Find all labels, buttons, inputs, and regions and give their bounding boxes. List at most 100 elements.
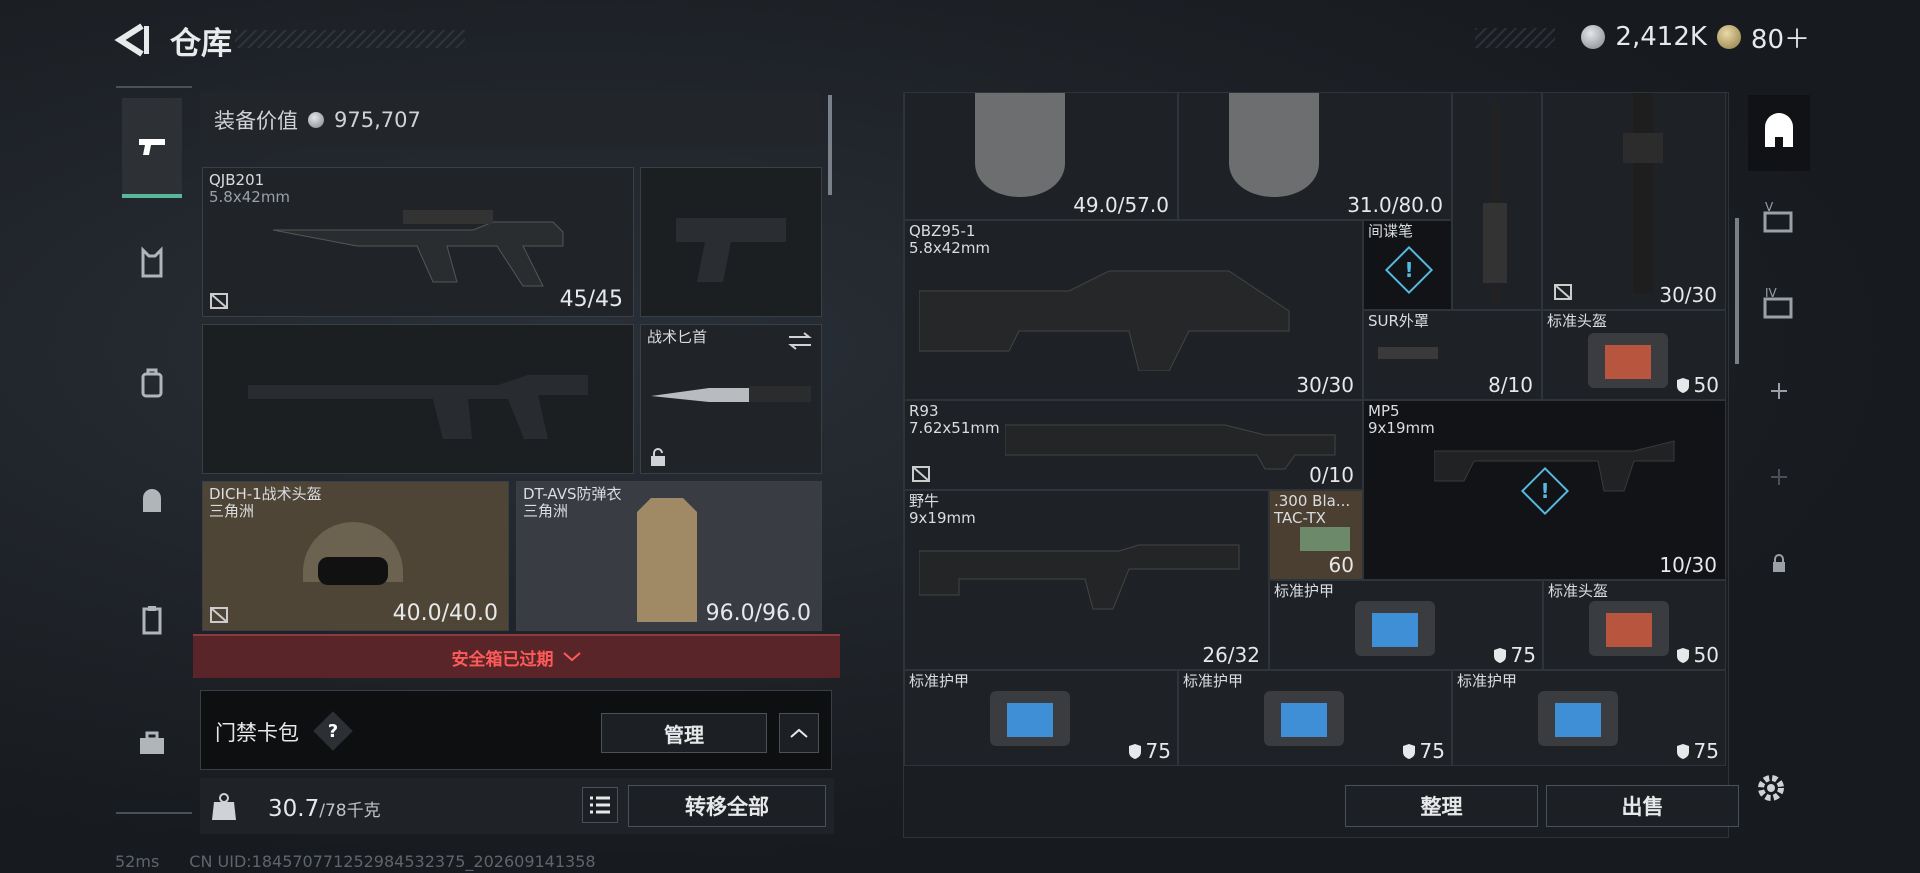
backpack-image (975, 93, 1065, 197)
helmet-durability: 40.0/40.0 (392, 601, 498, 626)
armor-value: 50 (1676, 373, 1719, 397)
armor-box-image (1538, 691, 1618, 746)
silver-amount: 2,412K (1615, 22, 1707, 52)
transfer-all-button[interactable]: 转移全部 (628, 785, 826, 827)
stash-item[interactable]: R93 7.62x51mm 0/10 (904, 400, 1363, 490)
stash-tabs: V IV (1748, 95, 1810, 675)
item-count: 30/30 (1296, 373, 1354, 397)
stash-item[interactable]: MP5 9x19mm ! 10/30 (1363, 400, 1726, 580)
attachment-image (1378, 347, 1438, 359)
no-insurance-icon (210, 607, 228, 623)
help-icon[interactable]: ? (313, 711, 353, 751)
pistol-slot[interactable] (640, 167, 822, 317)
loadout-scrollbar[interactable] (828, 95, 832, 195)
stash-item[interactable]: 野牛 9x19mm 26/32 (904, 490, 1269, 670)
loadout-nav (116, 86, 192, 814)
alert-icon: ! (1384, 245, 1434, 295)
nav-backpack[interactable] (122, 353, 182, 413)
item-name: R93 (909, 402, 939, 420)
sell-button[interactable]: 出售 (1546, 785, 1739, 827)
equipment-value-row: 装备价值 975,707 (200, 92, 820, 148)
plus-icon (1771, 383, 1787, 399)
stash-scrollbar[interactable] (1735, 218, 1739, 364)
stash-item[interactable]: 标准护甲 75 (1178, 670, 1452, 766)
stash-item[interactable]: 间谍笔 ! (1363, 220, 1452, 310)
weight-current: 30.7 (268, 796, 320, 822)
smg-image (919, 544, 1240, 610)
stash-item[interactable]: 标准护甲 75 (1452, 670, 1726, 766)
rifle-vertical-image (1623, 93, 1663, 293)
item-caliber: 9x19mm (909, 509, 976, 527)
nav-weapons[interactable] (122, 98, 182, 198)
stash-item[interactable] (1452, 92, 1542, 310)
item-name: 标准护甲 (1183, 672, 1244, 690)
network-ping: 52ms (115, 852, 160, 871)
armor-image (637, 498, 697, 622)
shield-icon (1402, 743, 1415, 759)
secondary-weapon-slot[interactable] (202, 324, 634, 474)
lock-icon (651, 448, 665, 466)
stash-item[interactable]: 标准头盔 50 (1543, 580, 1726, 670)
nav-pouch[interactable] (122, 471, 182, 531)
primary-weapon-slot[interactable]: QJB201 5.8x42mm 45/45 (202, 167, 634, 317)
swap-icon[interactable] (787, 331, 813, 351)
stash-grid: 49.0/57.0 31.0/80.0 30/30 QBZ95-1 5.8x42m… (904, 92, 1728, 766)
item-count: 60 (1328, 553, 1354, 577)
back-arrow-icon[interactable] (112, 20, 152, 60)
backpack-icon (141, 368, 163, 398)
list-view-button[interactable] (582, 787, 618, 823)
case-icon (142, 606, 162, 635)
armor-value: 75 (1128, 739, 1171, 763)
locked-stash-tab[interactable] (1748, 525, 1810, 601)
gold-amount[interactable]: 80＋ (1751, 19, 1810, 56)
stash-item[interactable]: 标准头盔 50 (1542, 310, 1726, 400)
item-caliber: 9x19mm (1368, 419, 1435, 437)
stash-item[interactable]: QBZ95-1 5.8x42mm 30/30 (904, 220, 1363, 400)
helmet-slot[interactable]: DICH-1战术头盔 三角洲 40.0/40.0 (202, 481, 509, 631)
armor-value: 75 (1493, 643, 1536, 667)
stash-item[interactable]: 标准护甲 75 (904, 670, 1178, 766)
shield-icon (1493, 647, 1506, 663)
primary-ammo: 45/45 (559, 287, 623, 312)
stash-item[interactable]: 49.0/57.0 (904, 92, 1178, 220)
backpack-image (1229, 93, 1319, 197)
currency-decoration (1475, 28, 1555, 48)
chevron-up-icon (790, 728, 808, 738)
no-insurance-icon (912, 466, 930, 482)
collapse-button[interactable] (779, 713, 819, 753)
settings-gear-icon[interactable] (1753, 770, 1789, 806)
safe-box-expired-bar[interactable]: 安全箱已过期 (193, 634, 840, 678)
equipment-value: 975,707 (334, 108, 421, 132)
chevron-down-icon (562, 652, 581, 662)
armor-slot[interactable]: DT-AVS防弹衣 三角洲 96.0/96.0 (516, 481, 822, 631)
stash-tab-iv[interactable]: IV (1748, 267, 1810, 343)
armor-value: 75 (1676, 739, 1719, 763)
equipment-value-label: 装备价值 (214, 109, 298, 133)
item-name: 野牛 (909, 492, 940, 510)
shield-icon (1676, 743, 1689, 759)
nav-toolbox[interactable] (122, 713, 182, 773)
nav-case[interactable] (122, 590, 182, 650)
stash-item[interactable]: .300 Bla... TAC-TX 60 (1269, 490, 1363, 580)
stash-tab-v[interactable]: V (1748, 181, 1810, 257)
item-caliber: 5.8x42mm (909, 239, 991, 257)
page-title: 仓库 (170, 26, 232, 62)
sniper-rifle-image (1005, 424, 1336, 470)
add-stash-tab-button[interactable] (1748, 353, 1810, 429)
stash-tab-main[interactable] (1748, 95, 1810, 171)
shield-icon (1128, 743, 1141, 759)
sort-button[interactable]: 整理 (1345, 785, 1538, 827)
title-decoration (235, 30, 465, 48)
knife-slot[interactable]: 战术匕首 (640, 324, 822, 474)
silver-coin-icon (1581, 25, 1606, 49)
manage-button[interactable]: 管理 (601, 713, 767, 753)
user-uid: CN UID:184570771252984532375_20260914135… (189, 852, 596, 871)
nav-vest[interactable] (122, 233, 182, 293)
item-count: 49.0/57.0 (1073, 193, 1169, 217)
rifle-image (272, 210, 564, 287)
stash-item[interactable]: SUR外罩 8/10 (1363, 310, 1542, 400)
stash-item[interactable]: 标准护甲 75 (1269, 580, 1543, 670)
rifle-placeholder-icon (248, 375, 588, 439)
stash-item[interactable]: 30/30 (1542, 92, 1726, 310)
stash-item[interactable]: 31.0/80.0 (1178, 92, 1452, 220)
